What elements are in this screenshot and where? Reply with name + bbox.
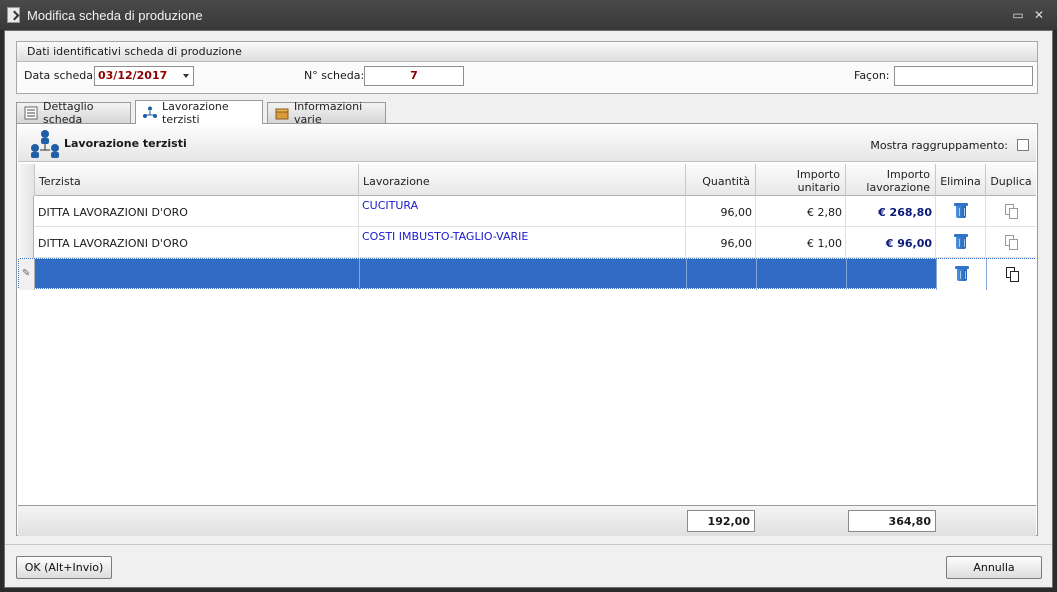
show-grouping-checkbox[interactable] xyxy=(1017,139,1029,151)
trash-icon[interactable] xyxy=(954,266,969,281)
cell-quantita[interactable]: 96,00 xyxy=(686,227,756,258)
col-lavorazione[interactable]: Lavorazione xyxy=(359,164,686,196)
cell-elimina xyxy=(937,259,987,290)
close-icon[interactable]: ✕ xyxy=(1033,9,1045,21)
date-label: Data scheda: xyxy=(24,69,97,82)
people-network-icon xyxy=(28,129,62,162)
box-icon xyxy=(274,106,290,120)
cell-importo-lavorazione[interactable] xyxy=(847,259,937,290)
chevron-down-icon[interactable] xyxy=(183,74,189,78)
grid-footer: 192,00 364,80 xyxy=(18,505,1036,536)
table-row-new[interactable]: ✎ xyxy=(18,258,1037,290)
cell-terzista[interactable]: DITTA LAVORAZIONI D'ORO xyxy=(35,196,359,227)
tab-lavorazione-terzisti[interactable]: Lavorazione terzisti xyxy=(135,99,263,126)
cell-importo-unitario[interactable] xyxy=(757,259,847,290)
table-row[interactable]: DITTA LAVORAZIONI D'ORO CUCITURA 96,00 €… xyxy=(18,196,1036,227)
cell-quantita[interactable]: 96,00 xyxy=(686,196,756,227)
col-importo-lavorazione[interactable]: Importo lavorazione xyxy=(846,164,936,196)
row-selector-header xyxy=(18,164,35,196)
facon-field[interactable] xyxy=(894,66,1033,86)
number-value: 7 xyxy=(410,69,418,82)
cell-elimina xyxy=(936,227,986,258)
number-label: N° scheda: xyxy=(304,69,365,82)
cell-lavorazione[interactable] xyxy=(360,259,687,290)
copy-icon[interactable] xyxy=(1006,267,1019,282)
facon-label: Façon: xyxy=(854,69,890,82)
cell-importo-unitario[interactable]: € 2,80 xyxy=(756,196,846,227)
cell-duplica xyxy=(986,196,1036,227)
cell-importo-unitario[interactable]: € 1,00 xyxy=(756,227,846,258)
row-selector[interactable] xyxy=(18,196,34,227)
tab-informazioni-varie[interactable]: Informazioni varie xyxy=(267,100,386,126)
date-value: 03/12/2017 xyxy=(98,69,168,82)
divider xyxy=(5,544,1052,545)
table-row[interactable]: DITTA LAVORAZIONI D'ORO COSTI IMBUSTO-TA… xyxy=(18,227,1036,258)
trash-icon[interactable] xyxy=(953,203,968,218)
panel-header: Lavorazione terzisti Mostra raggruppamen… xyxy=(18,125,1036,162)
minimize-icon[interactable]: ▭ xyxy=(1012,9,1024,21)
panel-title: Lavorazione terzisti xyxy=(64,137,187,150)
pencil-icon: ✎ xyxy=(22,268,31,279)
row-selector[interactable]: ✎ xyxy=(19,259,35,290)
trash-icon[interactable] xyxy=(953,234,968,249)
identification-group: Dati identificativi scheda di produzione… xyxy=(16,41,1038,94)
cell-terzista[interactable]: DITTA LAVORAZIONI D'ORO xyxy=(35,227,359,258)
cell-duplica xyxy=(987,259,1037,290)
window-title: Modifica scheda di produzione xyxy=(27,7,203,23)
title-bar: Modifica scheda di produzione ▭ ✕ xyxy=(0,0,1057,30)
tab-label: Lavorazione terzisti xyxy=(162,99,229,126)
row-selector[interactable] xyxy=(18,227,34,258)
col-terzista[interactable]: Terzista xyxy=(35,164,359,196)
cell-lavorazione[interactable]: CUCITURA xyxy=(359,196,686,227)
tab-panel: Lavorazione terzisti Mostra raggruppamen… xyxy=(16,123,1038,536)
cell-elimina xyxy=(936,196,986,227)
cell-quantita[interactable] xyxy=(687,259,757,290)
copy-icon[interactable] xyxy=(1005,235,1018,250)
copy-icon[interactable] xyxy=(1005,204,1018,219)
total-quantita: 192,00 xyxy=(687,510,755,532)
col-duplica[interactable]: Duplica xyxy=(986,164,1036,196)
total-importo-lavorazione: 364,80 xyxy=(848,510,936,532)
cell-duplica xyxy=(986,227,1036,258)
col-elimina[interactable]: Elimina xyxy=(936,164,986,196)
list-icon xyxy=(23,106,39,120)
number-field[interactable]: 7 xyxy=(364,66,464,86)
cell-importo-lavorazione[interactable]: € 96,00 xyxy=(846,227,936,258)
ok-button[interactable]: OK (Alt+Invio) xyxy=(16,556,112,579)
cancel-button[interactable]: Annulla xyxy=(946,556,1042,579)
cell-terzista[interactable] xyxy=(36,259,360,290)
date-field[interactable]: 03/12/2017 xyxy=(94,66,194,86)
cell-lavorazione[interactable]: COSTI IMBUSTO-TAGLIO-VARIE xyxy=(359,227,686,258)
people-network-icon xyxy=(142,106,158,120)
terzisti-grid: Terzista Lavorazione Quantità Importo un… xyxy=(18,164,1037,536)
cell-importo-lavorazione[interactable]: € 268,80 xyxy=(846,196,936,227)
show-grouping-label: Mostra raggruppamento: xyxy=(870,139,1008,152)
tab-dettaglio-scheda[interactable]: Dettaglio scheda xyxy=(16,100,131,126)
col-quantita[interactable]: Quantità xyxy=(686,164,756,196)
app-icon xyxy=(7,7,20,23)
col-importo-unitario[interactable]: Importo unitario xyxy=(756,164,846,196)
grid-header: Terzista Lavorazione Quantità Importo un… xyxy=(18,164,1036,196)
group-title: Dati identificativi scheda di produzione xyxy=(17,42,1037,62)
dialog-body: Dati identificativi scheda di produzione… xyxy=(4,30,1053,588)
